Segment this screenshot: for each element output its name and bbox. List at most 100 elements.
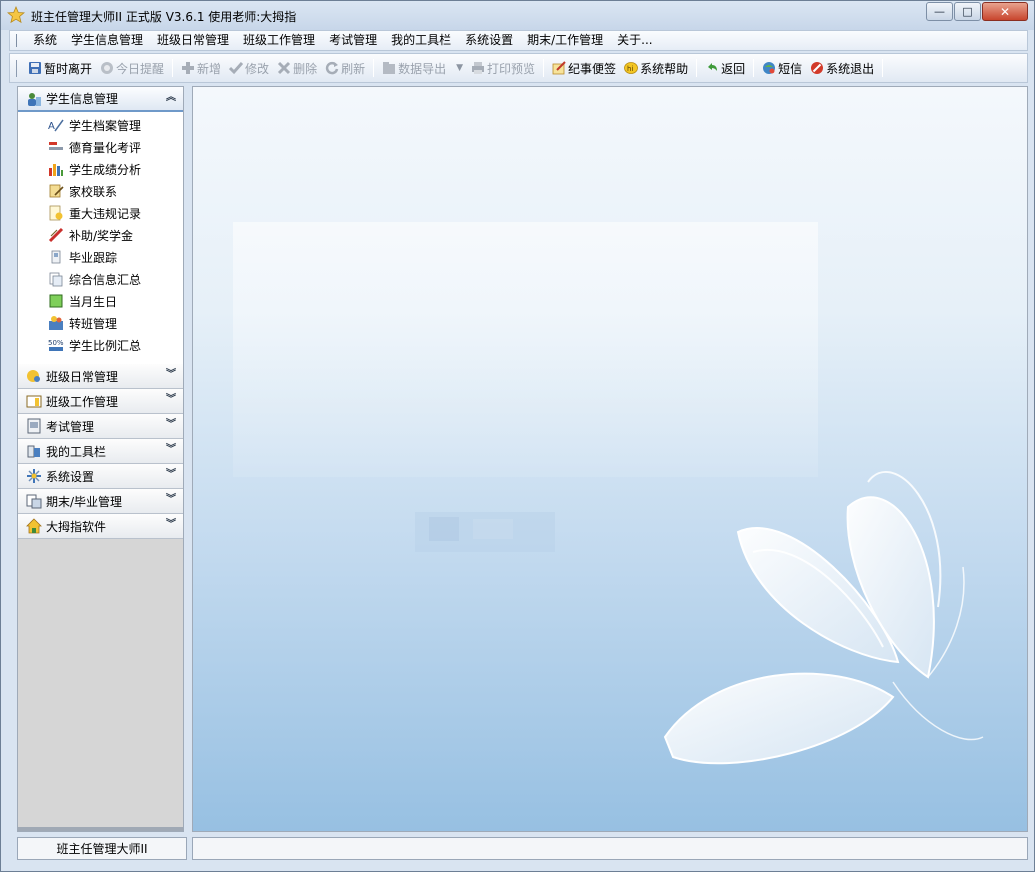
- leave-button[interactable]: 暂时离开: [24, 56, 96, 80]
- menu-student-info[interactable]: 学生信息管理: [64, 31, 150, 50]
- nav-group-label: 学生信息管理: [46, 92, 119, 106]
- nav-item-label: 毕业跟踪: [69, 250, 118, 265]
- nav-violation-record[interactable]: 重大违规记录: [18, 202, 183, 224]
- back-label: 返回: [721, 61, 746, 76]
- toolbar-grip[interactable]: [16, 59, 18, 77]
- class-daily-icon: [26, 368, 42, 384]
- nav-group-label: 班级工作管理: [46, 394, 119, 409]
- delete-label: 删除: [293, 61, 318, 76]
- nav-group-term-end[interactable]: 期末/毕业管理 ︾: [18, 489, 183, 514]
- menu-term-end[interactable]: 期末/工作管理: [520, 31, 610, 50]
- save-icon: [28, 61, 42, 75]
- toolbar-separator: [753, 59, 755, 77]
- record-icon: [48, 205, 64, 221]
- nav-item-label: 综合信息汇总: [69, 272, 142, 287]
- settings-icon: [26, 468, 42, 484]
- expand-down-icon[interactable]: ︾: [166, 470, 176, 480]
- expand-down-icon[interactable]: ︾: [166, 445, 176, 455]
- sms-button[interactable]: 短信: [758, 56, 806, 80]
- contact-icon: [48, 183, 64, 199]
- nav-info-summary[interactable]: 综合信息汇总: [18, 268, 183, 290]
- leave-label: 暂时离开: [44, 61, 93, 76]
- nav-monthly-birthday[interactable]: 当月生日: [18, 290, 183, 312]
- note-button[interactable]: 纪事便签: [548, 56, 620, 80]
- title-bar[interactable]: 班主任管理大师II 正式版 V3.6.1 使用老师:大拇指 — □ ✕: [1, 1, 1034, 30]
- nav-group-settings[interactable]: 系统设置 ︾: [18, 464, 183, 489]
- nav-group-exam[interactable]: 考试管理 ︾: [18, 414, 183, 439]
- menu-class-work[interactable]: 班级工作管理: [236, 31, 322, 50]
- help-button[interactable]: hi 系统帮助: [620, 56, 692, 80]
- expand-down-icon[interactable]: ︾: [166, 520, 176, 530]
- close-button[interactable]: ✕: [982, 2, 1028, 21]
- delete-button[interactable]: 删除: [273, 56, 321, 80]
- exit-icon: [810, 61, 824, 75]
- print-preview-button[interactable]: 打印预览: [467, 56, 539, 80]
- nav-student-archive[interactable]: A 学生档案管理: [18, 114, 183, 136]
- svg-text:A: A: [48, 121, 55, 132]
- percent-icon: 50%: [48, 337, 64, 353]
- nav-group-label: 系统设置: [46, 469, 95, 484]
- student-group-icon: [26, 91, 42, 107]
- refresh-label: 刷新: [341, 61, 366, 76]
- delete-icon: [277, 61, 291, 75]
- expand-down-icon[interactable]: ︾: [166, 370, 176, 380]
- birthday-icon: [48, 293, 64, 309]
- menu-about[interactable]: 关于...: [610, 31, 659, 50]
- nav-group-my-toolbar[interactable]: 我的工具栏 ︾: [18, 439, 183, 464]
- nav-item-label: 补助/奖学金: [69, 228, 134, 243]
- svg-text:hi: hi: [627, 65, 633, 73]
- menu-grip[interactable]: [16, 34, 18, 47]
- nav-item-label: 当月生日: [69, 294, 118, 309]
- expand-down-icon[interactable]: ︾: [166, 395, 176, 405]
- nav-ratio-summary[interactable]: 50% 学生比例汇总: [18, 334, 183, 356]
- sidebar-splitter[interactable]: [18, 827, 183, 831]
- status-message: [192, 837, 1028, 860]
- nav-group-class-daily[interactable]: 班级日常管理 ︾: [18, 364, 183, 389]
- main-workspace: [192, 86, 1028, 832]
- note-label: 纪事便签: [568, 61, 617, 76]
- maximize-button[interactable]: □: [954, 2, 981, 21]
- nav-class-transfer[interactable]: 转班管理: [18, 312, 183, 334]
- menu-my-toolbar[interactable]: 我的工具栏: [384, 31, 458, 50]
- menu-settings[interactable]: 系统设置: [458, 31, 520, 50]
- reminder-label: 今日提醒: [116, 61, 165, 76]
- edit-button[interactable]: 修改: [225, 56, 273, 80]
- nav-graduate-tracking[interactable]: 毕业跟踪: [18, 246, 183, 268]
- menu-system[interactable]: 系统: [26, 31, 64, 50]
- menu-exam[interactable]: 考试管理: [322, 31, 384, 50]
- exit-label: 系统退出: [826, 61, 875, 76]
- nav-moral-evaluation[interactable]: 德育量化考评: [18, 136, 183, 158]
- bar-chart-icon: [48, 161, 64, 177]
- nav-item-label: 学生成绩分析: [69, 162, 142, 177]
- close-icon: ✕: [999, 4, 1011, 19]
- export-icon: [382, 61, 396, 75]
- evaluation-icon: [48, 139, 64, 155]
- toolbar-separator: [373, 59, 375, 77]
- reminder-button[interactable]: 今日提醒: [96, 56, 168, 80]
- archive-icon: A: [48, 117, 64, 133]
- collapse-up-icon[interactable]: ︽: [166, 93, 176, 103]
- minimize-button[interactable]: —: [926, 2, 953, 21]
- menu-class-daily[interactable]: 班级日常管理: [150, 31, 236, 50]
- status-bar: 班主任管理大师II: [9, 835, 1028, 863]
- nav-group-thumb-software[interactable]: 大拇指软件 ︾: [18, 514, 183, 539]
- back-button[interactable]: 返回: [701, 56, 749, 80]
- export-dropdown-icon[interactable]: ▼: [456, 63, 463, 73]
- nav-score-analysis[interactable]: 学生成绩分析: [18, 158, 183, 180]
- nav-scholarship[interactable]: 补助/奖学金: [18, 224, 183, 246]
- nav-group-student-info[interactable]: 学生信息管理 ︽: [18, 87, 183, 112]
- nav-home-school[interactable]: 家校联系: [18, 180, 183, 202]
- nav-group-class-work[interactable]: 班级工作管理 ︾: [18, 389, 183, 414]
- check-icon: [229, 61, 244, 75]
- help-icon: hi: [624, 61, 638, 75]
- print-icon: [471, 61, 485, 75]
- export-button[interactable]: 数据导出: [378, 56, 450, 80]
- expand-down-icon[interactable]: ︾: [166, 495, 176, 505]
- add-button[interactable]: 新增: [177, 56, 225, 80]
- exit-button[interactable]: 系统退出: [806, 56, 878, 80]
- tracking-icon: [48, 249, 64, 265]
- refresh-button[interactable]: 刷新: [321, 56, 369, 80]
- svg-text:50%: 50%: [48, 339, 64, 347]
- sms-label: 短信: [778, 61, 803, 76]
- expand-down-icon[interactable]: ︾: [166, 420, 176, 430]
